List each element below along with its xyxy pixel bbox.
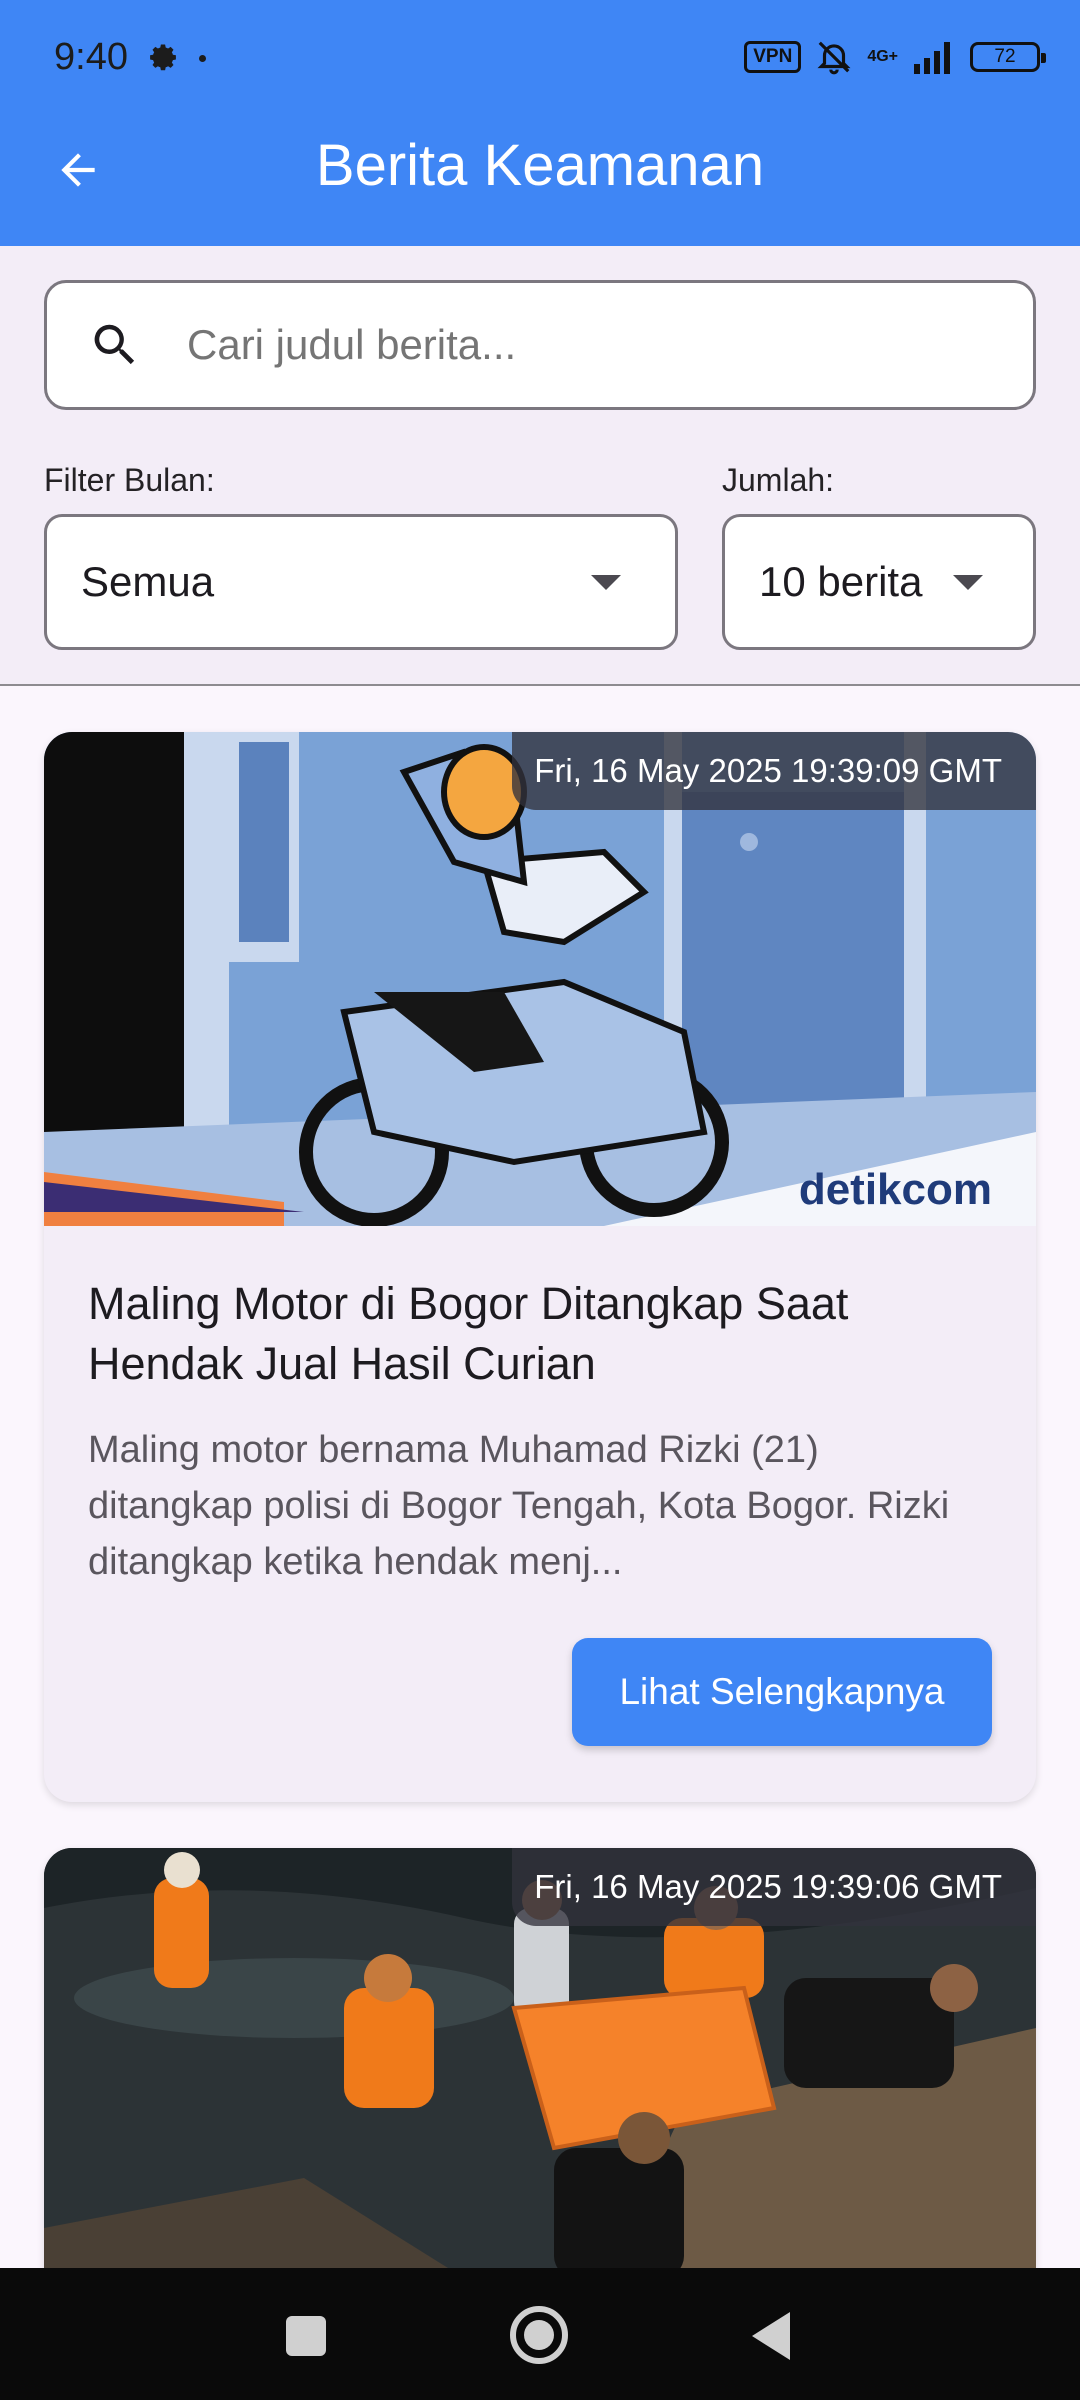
month-filter-dropdown[interactable]: Semua [44, 514, 678, 650]
news-description: Maling motor bernama Muhamad Rizki (21) … [88, 1429, 950, 1583]
search-input[interactable] [187, 321, 967, 369]
search-field[interactable] [44, 280, 1036, 410]
recent-apps-icon[interactable] [286, 2316, 326, 2356]
vpn-badge: VPN [744, 41, 802, 73]
month-filter-value: Semua [81, 558, 215, 605]
news-title: Maling Motor di Bogor Ditangkap Saat Hen… [88, 1278, 849, 1389]
back-triangle-icon[interactable] [752, 2312, 790, 2360]
page-title: Berita Keamanan [315, 133, 765, 198]
read-more-button[interactable]: Lihat Selengkapnya [572, 1638, 992, 1746]
news-date-badge: Fri, 16 May 2025 19:39:09 GMT [512, 732, 1036, 810]
app-bar: 9:40 VPN 4G+ 72 Berita Keamanan [0, 0, 1080, 246]
search-icon [85, 315, 145, 375]
battery-icon: 72 [970, 42, 1046, 72]
dropdown-caret-icon [953, 574, 983, 590]
system-nav-bar [0, 2268, 1080, 2400]
status-bar: 9:40 VPN 4G+ 72 [0, 0, 1080, 120]
filter-panel: Filter Bulan: Jumlah: Semua 10 berita [0, 246, 1080, 686]
home-icon[interactable] [510, 2306, 568, 2364]
count-filter-label: Jumlah: [722, 462, 835, 498]
month-filter-label: Filter Bulan: [44, 462, 215, 498]
news-image[interactable]: Fri, 16 May 2025 19:39:06 GMT [44, 1848, 1036, 2278]
status-time: 9:40 [54, 36, 128, 78]
notification-dot-icon [199, 54, 206, 62]
count-filter-value: 10 berita [759, 558, 923, 605]
bell-muted-icon [817, 41, 851, 75]
detikcom-watermark: detikcom [799, 1165, 992, 1214]
news-image[interactable]: detikcom Fri, 16 May 2025 19:39:09 GMT [44, 732, 1036, 1226]
news-card[interactable]: detikcom Fri, 16 May 2025 19:39:09 GMT M… [44, 732, 1036, 1802]
signal-icon [914, 42, 950, 74]
settings-gear-icon [150, 44, 176, 71]
count-filter-dropdown[interactable]: 10 berita [722, 514, 1036, 650]
network-type: 4G+ [867, 48, 898, 65]
dropdown-caret-icon [591, 574, 621, 590]
news-date-badge: Fri, 16 May 2025 19:39:06 GMT [512, 1848, 1036, 1926]
